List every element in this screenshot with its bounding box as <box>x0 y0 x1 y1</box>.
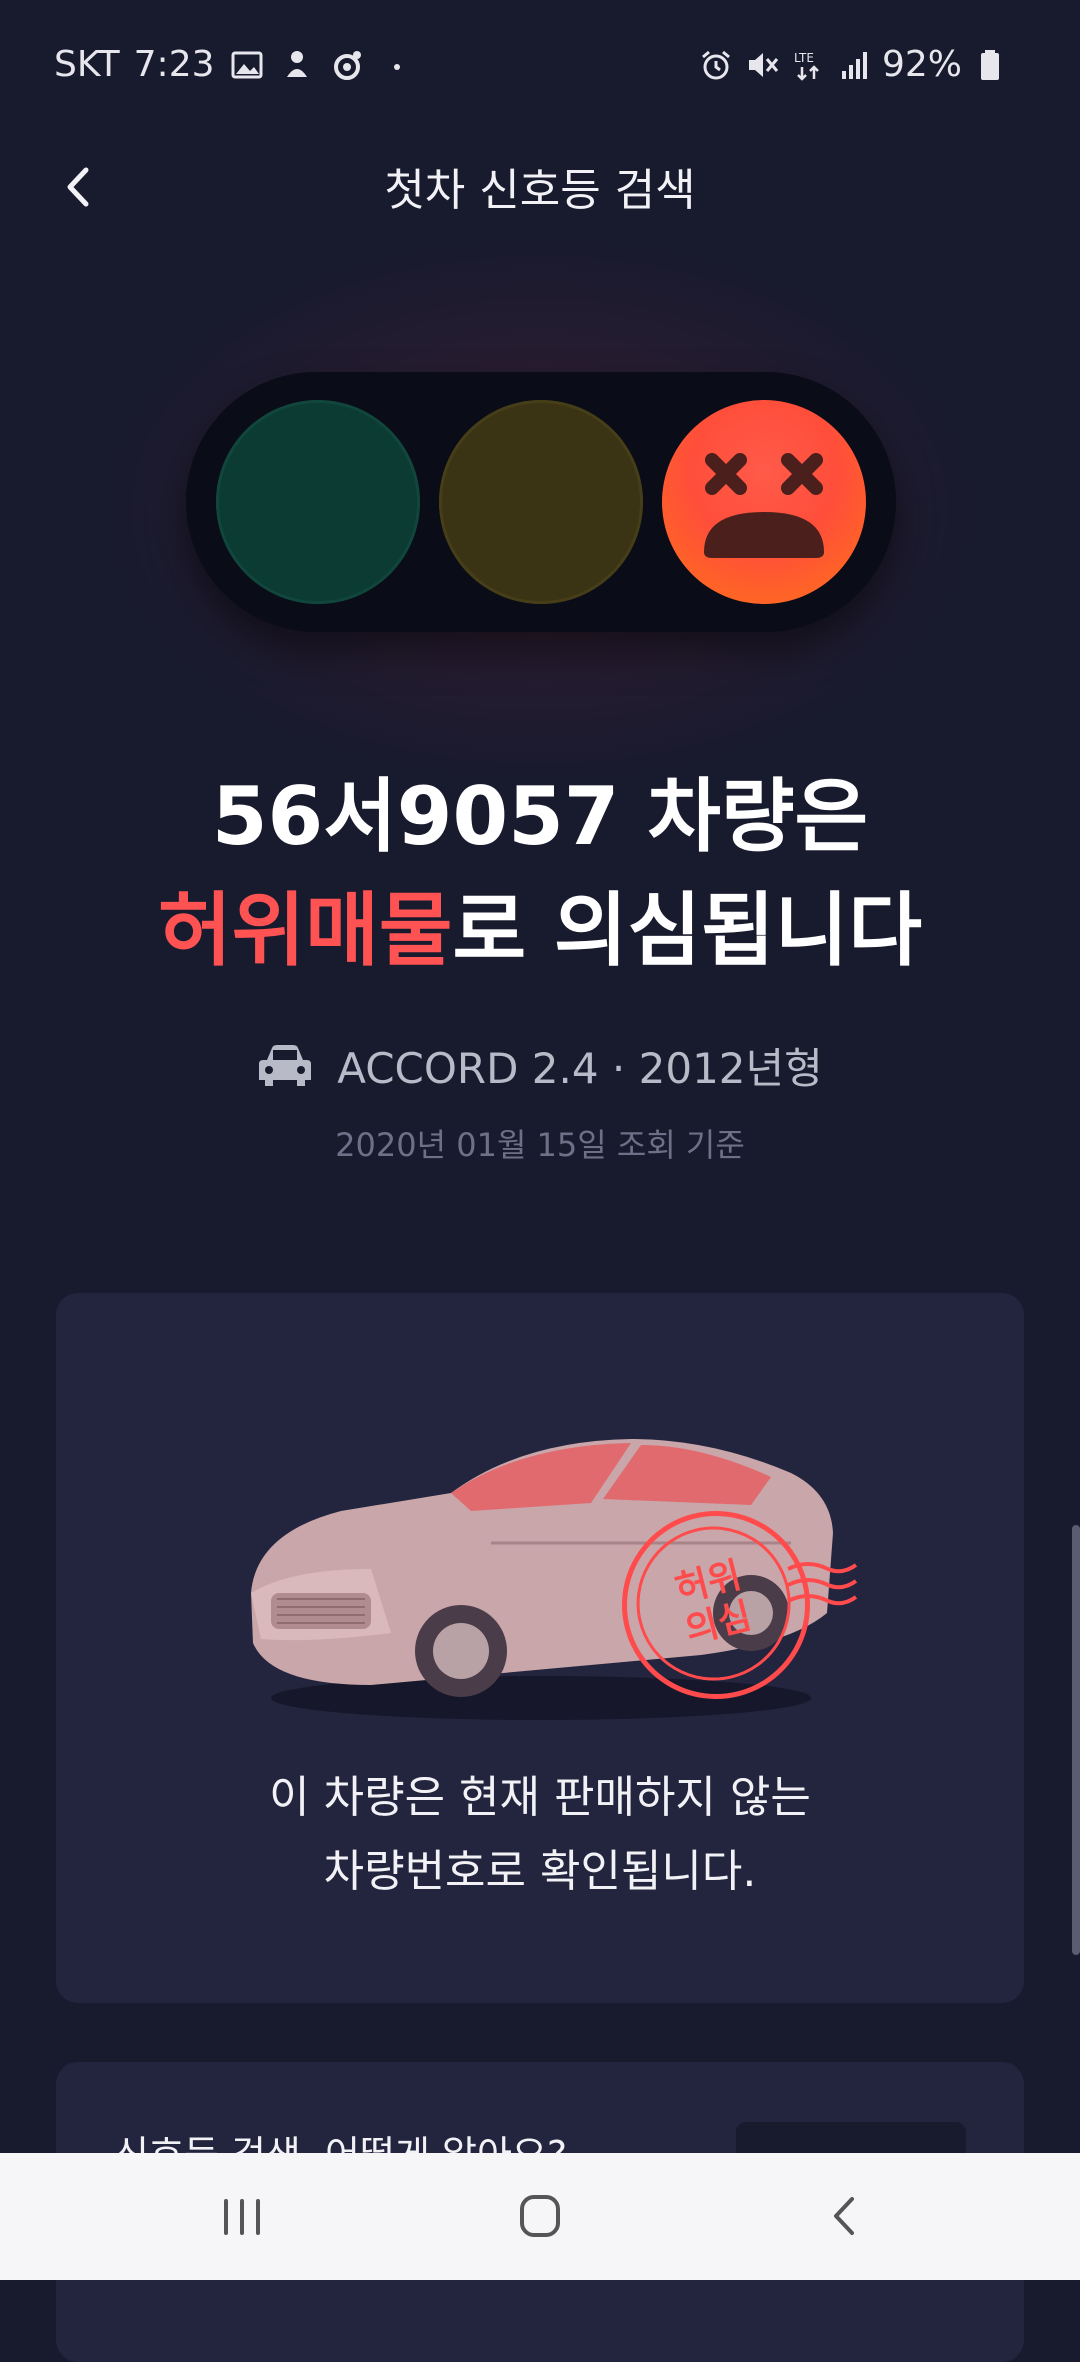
result-headline: 56서9057 차량은 허위매물로 의심됩니다 <box>0 760 1080 988</box>
time-label: 7:23 <box>133 44 215 85</box>
vehicle-model: ACCORD 2.4 · 2012년형 <box>337 1044 823 1093</box>
battery-percent: 92% <box>881 44 962 85</box>
notification-icon <box>286 50 307 77</box>
lamp-green <box>216 400 420 604</box>
alarm-icon <box>702 50 730 79</box>
card-message-line-2: 차량번호로 확인됩니다. <box>323 1846 757 1897</box>
car-icon <box>259 1044 312 1086</box>
lamp-red <box>662 400 866 604</box>
image-icon <box>231 51 262 78</box>
home-icon <box>520 2195 560 2237</box>
back-icon <box>834 2197 854 2235</box>
card-message: 이 차량은 현재 판매하지 않는 차량번호로 확인됩니다. <box>56 1761 1024 1909</box>
dot-icon <box>393 63 400 70</box>
lamp-yellow <box>439 400 643 604</box>
dizzy-face-icon <box>704 453 824 558</box>
result-line-1: 56서9057 차량은 <box>211 770 869 863</box>
recents-button[interactable] <box>202 2181 282 2251</box>
svg-text:LTE: LTE <box>794 51 814 65</box>
battery-icon <box>981 49 999 80</box>
scrollbar[interactable] <box>1072 1525 1080 1955</box>
result-line-2-rest: 로 의심됩니다 <box>452 884 922 977</box>
system-nav-bar <box>0 2153 1080 2280</box>
traffic-light <box>186 372 896 632</box>
signal-icon <box>841 51 867 79</box>
stamp-wave-icon <box>787 1562 858 1606</box>
record-icon <box>333 50 361 80</box>
result-highlight: 허위매물 <box>158 884 453 977</box>
result-line-2: 허위매물로 의심됩니다 <box>0 874 1080 988</box>
card-message-line-1: 이 차량은 현재 판매하지 않는 <box>269 1772 811 1823</box>
carrier-label: SKT <box>54 44 120 85</box>
nav-back-button[interactable] <box>806 2181 886 2251</box>
home-button[interactable] <box>500 2181 580 2251</box>
lte-icon: LTE <box>794 51 819 81</box>
lookup-date: 2020년 01월 15일 조회 기준 <box>335 1126 745 1164</box>
app-header: 첫차 신호등 검색 <box>0 140 1080 230</box>
vehicle-info: ACCORD 2.4 · 2012년형 <box>0 1035 1080 1096</box>
mute-icon <box>748 52 779 77</box>
status-bar: SKT 7:23 LTE 92% <box>0 0 1080 130</box>
recents-icon <box>224 2199 260 2235</box>
result-card: 허위 의심 이 차량은 현재 판매하지 않는 차량번호로 확인됩니다. <box>56 1293 1024 2003</box>
page-title: 첫차 신호등 검색 <box>384 165 696 216</box>
